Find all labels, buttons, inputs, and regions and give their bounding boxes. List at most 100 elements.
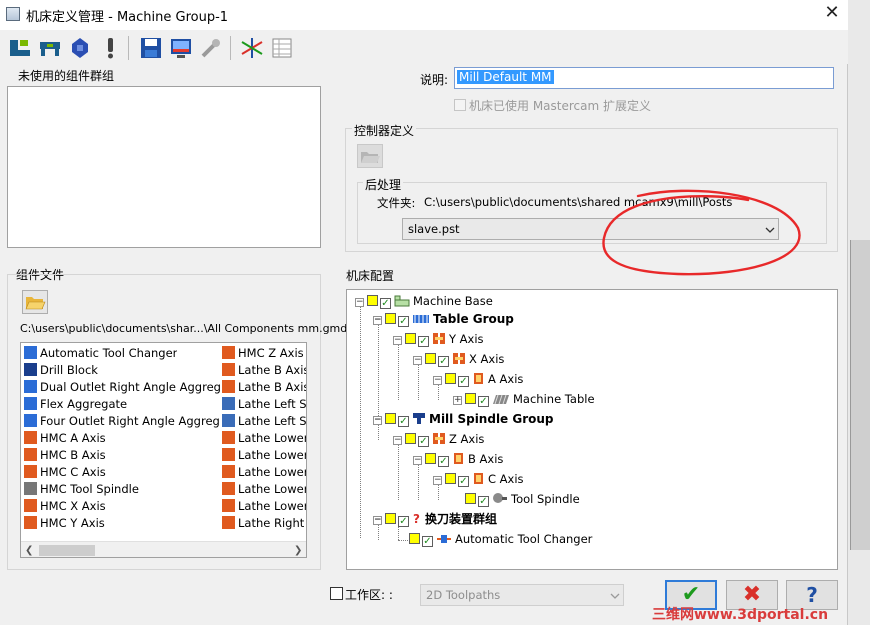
tree-expander-icon[interactable]: − <box>355 298 364 307</box>
component-item[interactable]: Flex Aggregate <box>24 396 127 413</box>
tree-expander-icon[interactable]: + <box>453 396 462 405</box>
tree-node[interactable]: − ✓ Mill Spindle Group <box>373 410 554 428</box>
node-checkbox[interactable]: ✓ <box>418 336 429 347</box>
node-checkbox[interactable]: ✓ <box>422 536 433 547</box>
tree-node[interactable]: − ✓ B Axis <box>413 450 503 468</box>
node-checkbox[interactable]: ✓ <box>438 356 449 367</box>
machine-open-icon[interactable] <box>8 36 32 60</box>
machine-component-icon[interactable] <box>38 36 62 60</box>
list-grid-icon[interactable] <box>270 36 294 60</box>
component-label: Four Outlet Right Angle Aggregate <box>40 414 220 428</box>
node-checkbox[interactable]: ✓ <box>398 416 409 427</box>
component-label: Lathe Right Sp <box>238 516 306 530</box>
tree-node[interactable]: − ✓ X Axis <box>413 350 504 368</box>
component-item[interactable]: Lathe Left Spi <box>222 396 306 413</box>
component-icon <box>24 346 37 359</box>
component-icon <box>222 380 235 393</box>
tree-node[interactable]: − ✓ Z Axis <box>393 430 484 448</box>
workarea-select[interactable]: 2D Toolpaths <box>420 584 624 606</box>
tree-node[interactable]: − ✓ A Axis <box>433 370 523 388</box>
component-item[interactable]: Four Outlet Right Angle Aggregate <box>24 413 220 430</box>
tree-node[interactable]: ✓ Tool Spindle <box>465 490 580 508</box>
machine-config-tree[interactable]: − ✓ Machine Base − ✓ Table Group − ✓ Y Axis − ✓ X A… <box>346 289 838 570</box>
node-checkbox[interactable]: ✓ <box>398 316 409 327</box>
tree-node[interactable]: ✓ Automatic Tool Changer <box>409 530 592 548</box>
tree-node-label: 换刀装置群组 <box>425 512 498 526</box>
tree-node[interactable]: + ✓ Machine Table <box>453 390 595 408</box>
component-item[interactable]: HMC Z Axis <box>222 345 304 362</box>
tree-node[interactable]: − ✓? 换刀装置群组 <box>373 510 497 528</box>
component-icon <box>222 448 235 461</box>
tree-node[interactable]: − ✓ Machine Base <box>355 292 493 310</box>
controller-folder-button[interactable] <box>357 144 383 168</box>
tree-expander-icon[interactable]: − <box>433 476 442 485</box>
warning-icon[interactable] <box>98 36 122 60</box>
component-item[interactable]: Lathe Lower T <box>222 430 306 447</box>
tree-expander-icon[interactable]: − <box>373 316 382 325</box>
component-item[interactable]: Lathe Lower T <box>222 498 306 515</box>
component-item[interactable]: Dual Outlet Right Angle Aggregate <box>24 379 220 396</box>
tree-node-label: Tool Spindle <box>511 492 580 506</box>
description-input[interactable]: Mill Default MM <box>454 67 834 89</box>
scroll-thumb[interactable] <box>39 545 95 556</box>
node-checkbox[interactable]: ✓ <box>398 516 409 527</box>
scroll-right-icon[interactable]: ❯ <box>294 545 302 556</box>
close-button[interactable]: ✕ <box>816 0 848 28</box>
component-icon <box>24 499 37 512</box>
machine-axis-icon[interactable] <box>68 36 92 60</box>
component-item[interactable]: HMC X Axis <box>24 498 106 515</box>
extended-definition-checkbox[interactable] <box>454 99 466 111</box>
tree-node-label: Machine Table <box>513 392 595 406</box>
component-item[interactable]: HMC C Axis <box>24 464 106 481</box>
component-item[interactable]: Lathe B Axis T <box>222 379 306 396</box>
node-type-icon <box>436 532 452 550</box>
component-folder-button[interactable] <box>22 290 48 314</box>
node-checkbox[interactable]: ✓ <box>438 456 449 467</box>
node-checkbox[interactable]: ✓ <box>458 476 469 487</box>
component-item[interactable]: HMC Y Axis <box>24 515 105 532</box>
monitor-icon[interactable] <box>169 36 193 60</box>
component-item[interactable]: Lathe Left Spi <box>222 413 306 430</box>
component-item[interactable]: Lathe Lower T <box>222 464 306 481</box>
chevron-down-icon <box>610 593 620 599</box>
save-icon[interactable] <box>139 36 163 60</box>
node-state-box <box>445 373 456 384</box>
node-checkbox[interactable]: ✓ <box>458 376 469 387</box>
component-list[interactable]: Automatic Tool Changer Drill Block Dual Ou… <box>20 342 307 558</box>
component-item[interactable]: HMC A Axis <box>24 430 106 447</box>
component-item[interactable]: Lathe Lower T <box>222 481 306 498</box>
node-type-icon <box>492 392 510 410</box>
unused-groups-list[interactable] <box>7 86 321 248</box>
tool-wrench-icon[interactable] <box>199 36 223 60</box>
tree-expander-icon[interactable]: − <box>413 356 422 365</box>
component-label: Lathe B Axis T <box>238 380 306 394</box>
tree-expander-icon[interactable]: − <box>433 376 442 385</box>
tree-expander-icon[interactable]: − <box>373 416 382 425</box>
component-item[interactable]: Drill Block <box>24 362 98 379</box>
tree-node[interactable]: − ✓ Y Axis <box>393 330 484 348</box>
component-item[interactable]: HMC Tool Spindle <box>24 481 139 498</box>
axes-icon[interactable] <box>240 36 264 60</box>
node-checkbox[interactable]: ✓ <box>478 496 489 507</box>
node-checkbox[interactable]: ✓ <box>380 298 391 309</box>
node-state-box <box>405 433 416 444</box>
tree-expander-icon[interactable]: − <box>393 436 402 445</box>
tree-expander-icon[interactable]: − <box>373 516 382 525</box>
node-checkbox[interactable]: ✓ <box>478 396 489 407</box>
component-hscrollbar[interactable]: ❮ ❯ <box>21 541 306 557</box>
tree-line <box>398 344 399 400</box>
node-checkbox[interactable]: ✓ <box>418 436 429 447</box>
component-item[interactable]: Lathe B Axis A <box>222 362 306 379</box>
tree-node[interactable]: − ✓ Table Group <box>373 310 514 328</box>
component-item[interactable]: Lathe Right Sp <box>222 515 306 532</box>
component-icon <box>24 482 37 495</box>
component-item[interactable]: Automatic Tool Changer <box>24 345 177 362</box>
workarea-checkbox[interactable] <box>330 587 343 600</box>
scroll-left-icon[interactable]: ❮ <box>25 545 33 556</box>
component-item[interactable]: Lathe Lower T <box>222 447 306 464</box>
node-state-box <box>385 413 396 424</box>
tree-node[interactable]: − ✓ C Axis <box>433 470 524 488</box>
tree-expander-icon[interactable]: − <box>393 336 402 345</box>
tree-expander-icon[interactable]: − <box>413 456 422 465</box>
component-item[interactable]: HMC B Axis <box>24 447 106 464</box>
